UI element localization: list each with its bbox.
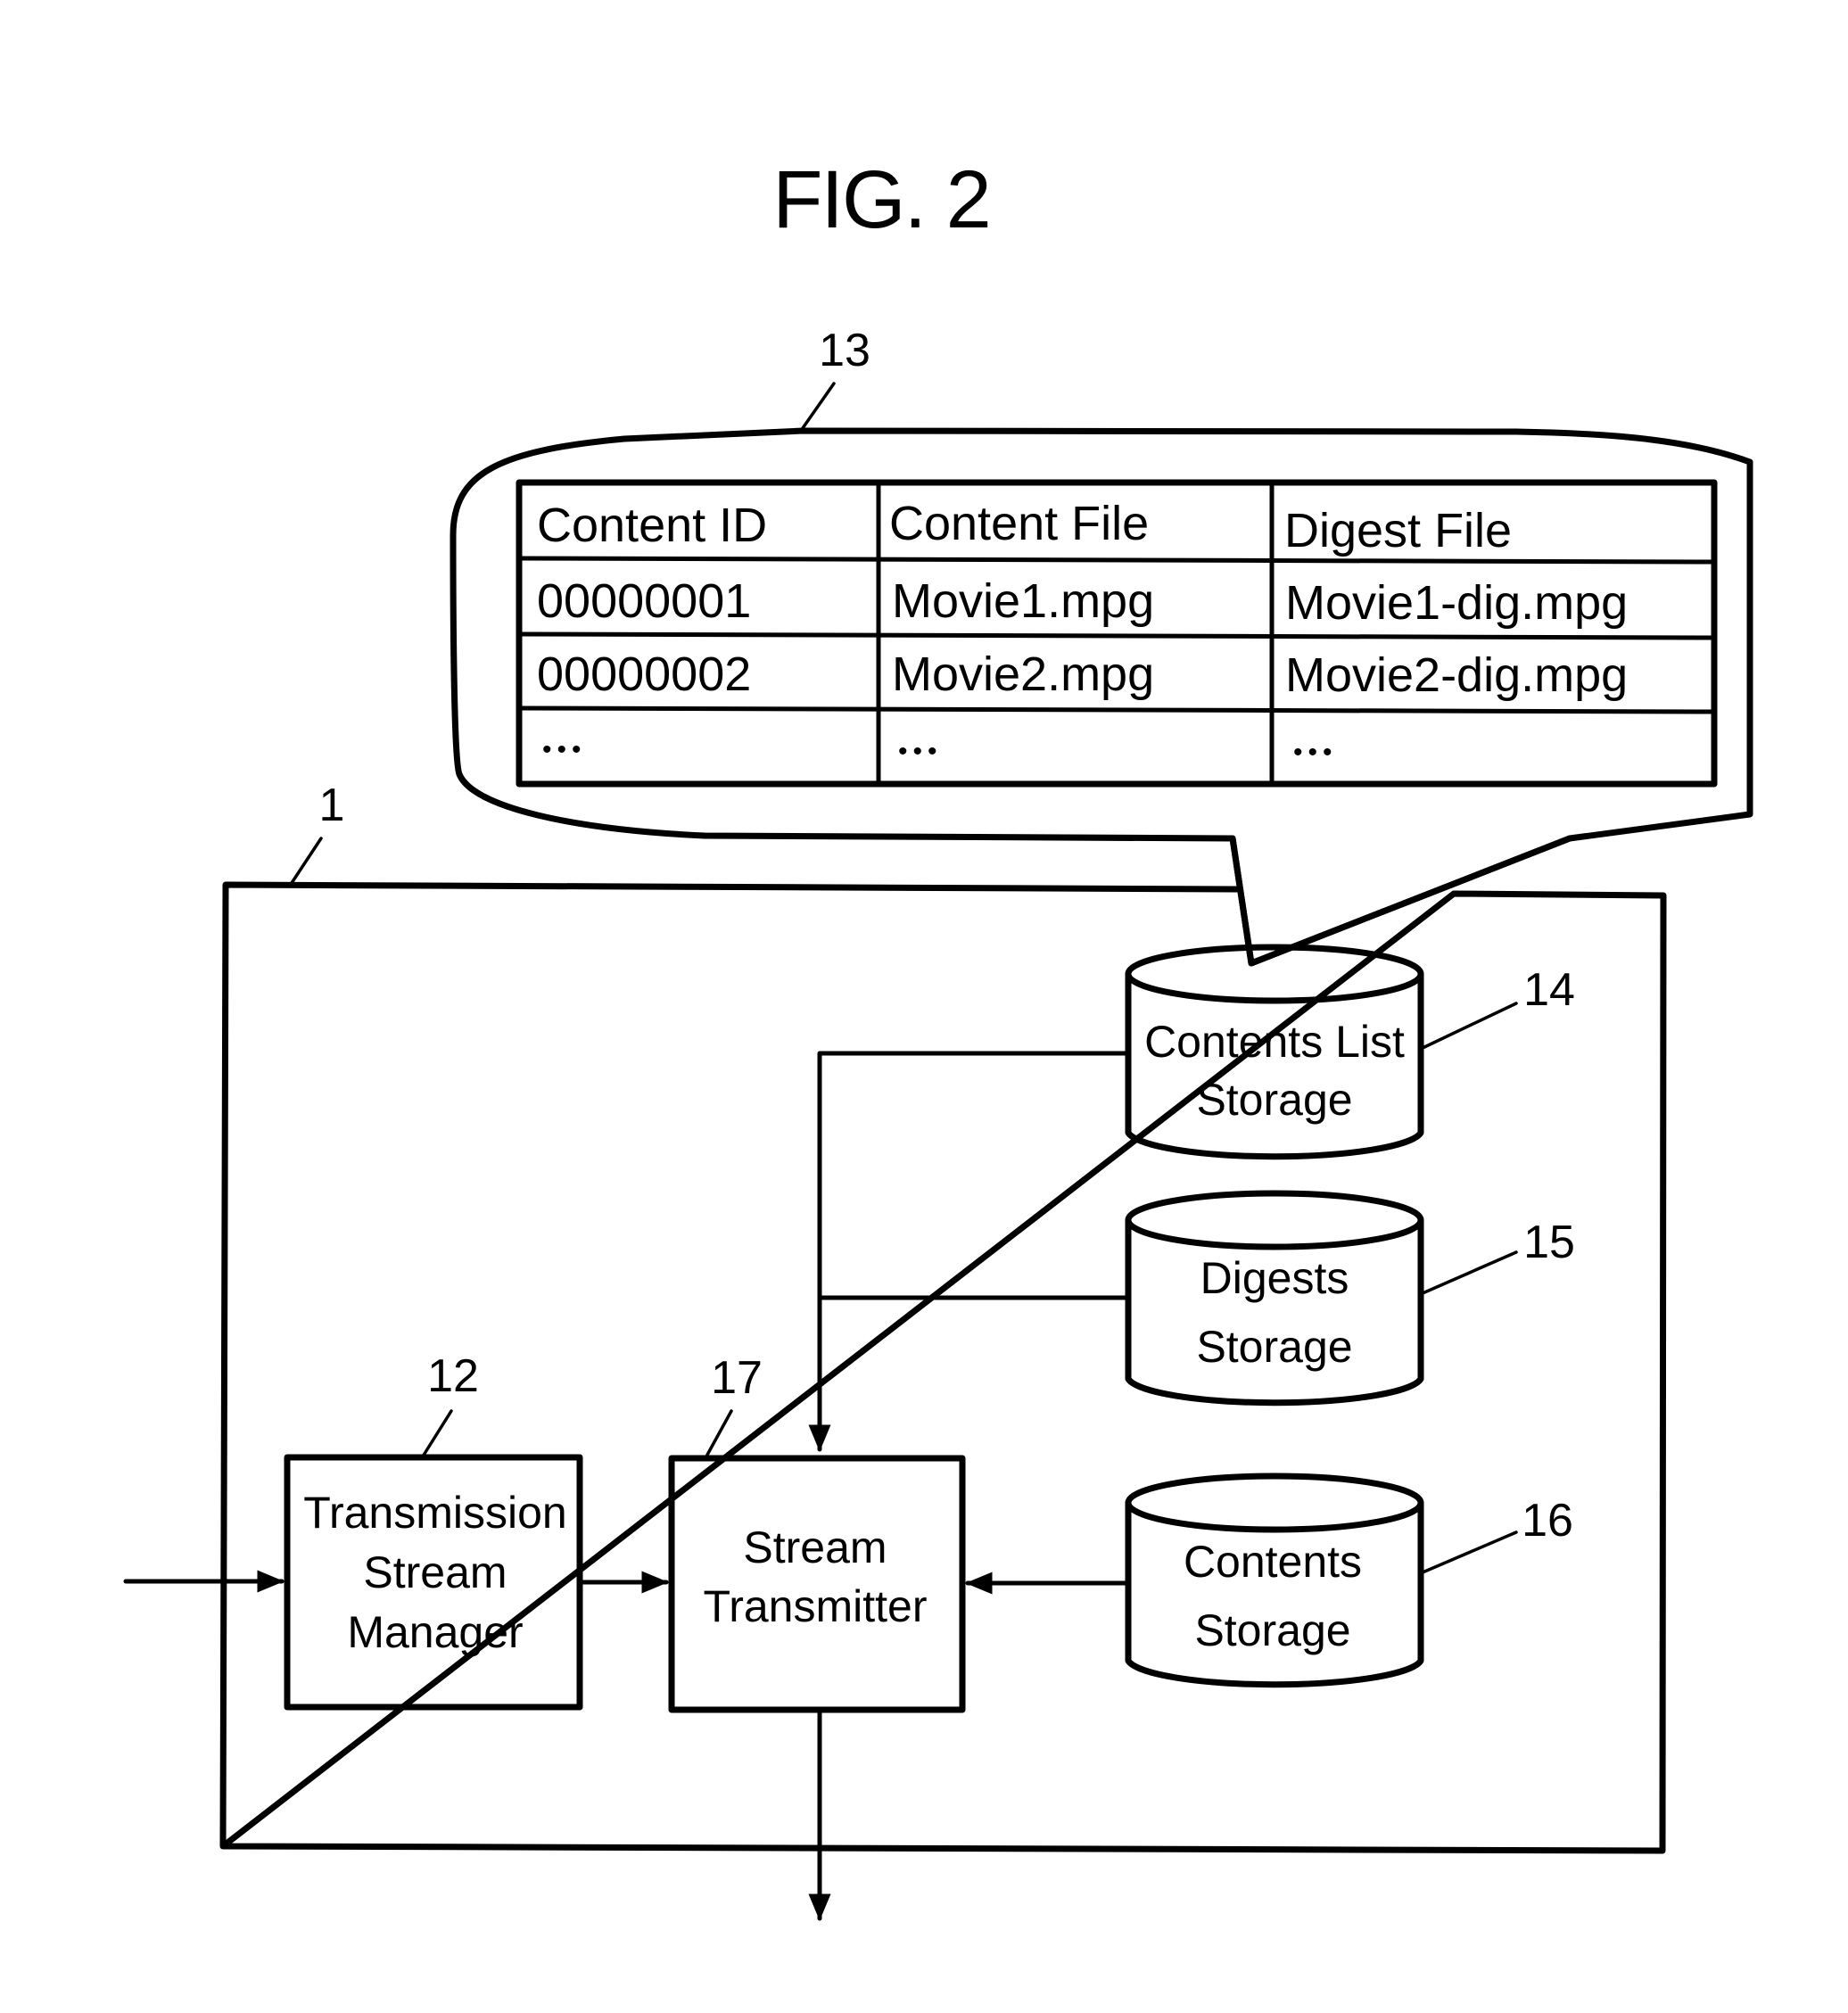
contents-table: Content ID Content File Digest File 0000…: [516, 479, 1718, 788]
ellipsis-cell: •••: [898, 737, 943, 766]
stream-transmitter: 17 Stream Transmitter: [668, 1352, 966, 1713]
table-row: 00000002 Movie2.mpg Movie2-dig.mpg: [537, 648, 1628, 702]
system-diagram: FIG. 2 13 Content ID Content File Digest…: [123, 154, 1753, 1921]
ellipsis-cell: •••: [1293, 738, 1338, 767]
table-row: 00000001 Movie1.mpg Movie1-dig.mpg: [537, 574, 1628, 630]
table-cell: Movie2.mpg: [892, 648, 1154, 701]
column-header-content-id: Content ID: [537, 499, 767, 552]
column-header-content-file: Content File: [889, 497, 1149, 550]
storage-label-line: Storage: [1194, 1605, 1350, 1655]
block-label-line: Transmitter: [704, 1581, 928, 1631]
table-cell: Movie1-dig.mpg: [1285, 576, 1628, 630]
storage-label-line: Contents List: [1144, 1017, 1405, 1067]
storage-label-line: Storage: [1196, 1322, 1352, 1372]
storage-label-line: Contents: [1184, 1537, 1362, 1587]
row-divider: [516, 705, 1717, 714]
ref-label-13: 13: [819, 325, 870, 376]
storage-bus: [808, 1051, 1131, 1452]
block-label-line: Transmission: [303, 1488, 566, 1538]
storage-label-line: Storage: [1196, 1075, 1352, 1125]
storage-label-line: Digests: [1200, 1253, 1349, 1303]
table-cell: Movie1.mpg: [892, 574, 1154, 628]
leader-line-12: [421, 1409, 453, 1458]
ref-label-12: 12: [427, 1350, 479, 1402]
block-label-line: Stream: [743, 1522, 887, 1572]
leader-line-16: [1421, 1530, 1518, 1574]
ref-label-16: 16: [1522, 1495, 1573, 1547]
ref-label-1: 1: [319, 780, 345, 831]
figure-title: FIG. 2: [772, 154, 990, 245]
column-header-digest-file: Digest File: [1284, 504, 1512, 557]
leader-line-1: [288, 837, 323, 887]
block-label-line: Manager: [347, 1607, 523, 1657]
contents-storage: Contents Storage 16: [1125, 1473, 1573, 1688]
leader-line-17: [705, 1409, 733, 1458]
block-label-line: Stream: [363, 1547, 507, 1597]
ref-label-17: 17: [711, 1352, 763, 1404]
signal-arrows: [123, 1570, 1131, 1921]
leader-line-13: [801, 382, 836, 430]
digests-storage: Digests Storage 15: [1125, 1190, 1575, 1407]
contents-list-callout: 13 Content ID Content File Digest File 0…: [450, 325, 1753, 967]
leader-line-14: [1421, 1002, 1518, 1050]
ellipsis-cell: •••: [542, 735, 587, 764]
table-row: ••• ••• •••: [542, 735, 1338, 767]
leader-line-15: [1421, 1250, 1518, 1295]
ref-label-14: 14: [1523, 964, 1575, 1016]
row-divider: [516, 556, 1717, 565]
contents-list-storage: Contents List Storage 14: [1125, 944, 1575, 1160]
row-divider: [516, 631, 1717, 640]
table-cell: Movie2-dig.mpg: [1285, 648, 1628, 702]
device-1: 1: [219, 780, 1667, 1854]
table-cell: 00000002: [537, 648, 751, 701]
cylinder-top: [1125, 1190, 1424, 1250]
cylinder-top: [1125, 1473, 1424, 1533]
table-cell: 00000001: [537, 574, 751, 628]
bus-line-to-transmitter: [808, 1051, 1131, 1452]
ref-label-15: 15: [1523, 1217, 1575, 1268]
transmission-stream-manager: 12 Transmission Stream Manager: [284, 1350, 583, 1711]
